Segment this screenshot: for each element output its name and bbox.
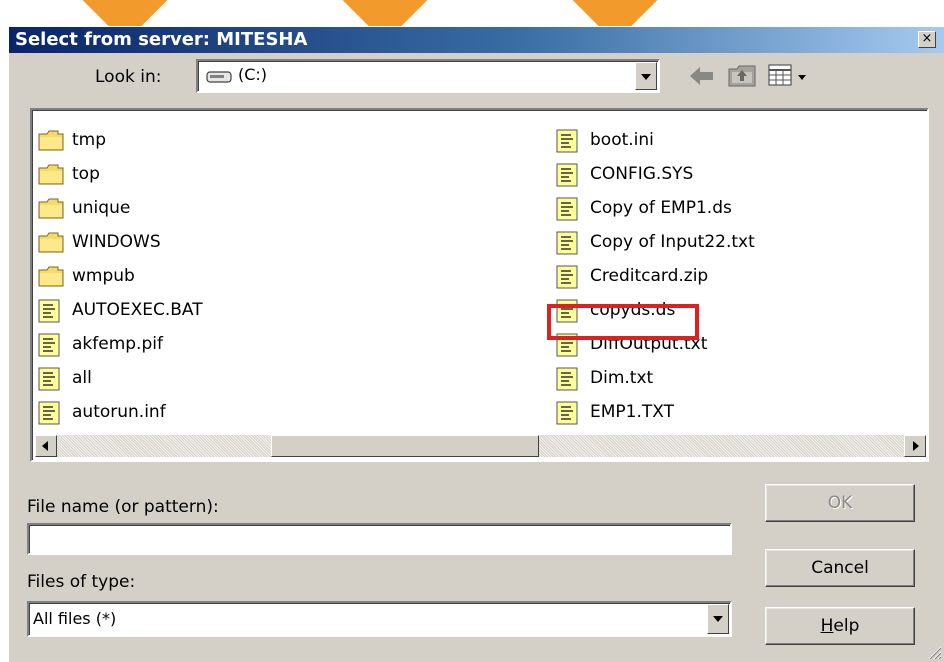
close-button[interactable]: × xyxy=(918,31,936,48)
item-label: EMP1.TXT xyxy=(590,402,674,422)
files-of-type-dropdown[interactable]: All files (*) xyxy=(27,601,732,637)
file-name-input[interactable] xyxy=(27,523,732,555)
select-file-dialog: Select from server: MITESHA × Look in: (… xyxy=(8,26,944,662)
item-label: top xyxy=(72,164,100,184)
help-button[interactable]: Help xyxy=(765,607,915,645)
look-in-label: Look in: xyxy=(95,67,162,87)
arrow-left-icon xyxy=(42,441,48,451)
title-bar[interactable]: Select from server: MITESHA × xyxy=(9,27,944,53)
folder-icon xyxy=(38,129,64,160)
file-icon xyxy=(38,401,60,434)
help-label: Help xyxy=(820,616,860,636)
look-in-value: (C:) xyxy=(238,65,268,84)
file-icon xyxy=(556,197,578,230)
horizontal-scrollbar[interactable] xyxy=(35,435,926,457)
drive-icon xyxy=(206,71,232,83)
file-icon xyxy=(556,367,578,400)
back-arrow-icon[interactable] xyxy=(686,63,716,89)
look-in-dropdown-button[interactable] xyxy=(635,62,657,90)
view-menu-icon[interactable] xyxy=(767,63,809,89)
file-icon xyxy=(556,265,578,298)
scroll-thumb[interactable] xyxy=(271,435,539,457)
scroll-left-button[interactable] xyxy=(35,435,57,457)
item-label: AUTOEXEC.BAT xyxy=(72,300,203,320)
item-label: Dim.txt xyxy=(590,368,654,388)
folder-icon xyxy=(38,163,64,194)
item-label: WINDOWS xyxy=(72,232,161,252)
up-folder-icon[interactable] xyxy=(726,61,758,89)
folder-icon xyxy=(38,265,64,296)
item-label: Copy of EMP1.ds xyxy=(590,198,732,218)
arrow-right-icon xyxy=(913,441,919,451)
ok-button[interactable]: OK xyxy=(765,484,915,522)
background-decoration xyxy=(0,0,944,26)
look-in-dropdown[interactable]: (C:) xyxy=(196,59,660,93)
scroll-right-button[interactable] xyxy=(904,435,926,457)
file-icon xyxy=(38,367,60,400)
folder-icon xyxy=(38,231,64,262)
files-of-type-dropdown-button[interactable] xyxy=(707,604,729,634)
item-label: wmpub xyxy=(72,266,135,286)
file-icon xyxy=(556,163,578,196)
item-label: akfemp.pif xyxy=(72,334,163,354)
files-of-type-value: All files (*) xyxy=(33,609,117,628)
file-list[interactable]: tmp top unique WINDOWS wmpub AUTOEXEC.BAT akfe… xyxy=(30,108,929,462)
item-label: Creditcard.zip xyxy=(590,266,709,286)
file-icon xyxy=(556,401,578,434)
folder-icon xyxy=(38,197,64,228)
file-name-label: File name (or pattern): xyxy=(27,497,219,517)
dialog-title: Select from server: MITESHA xyxy=(15,29,308,50)
item-label: Copy of Input22.txt xyxy=(590,232,755,252)
file-icon xyxy=(556,129,578,162)
close-icon: × xyxy=(921,31,933,46)
item-label: boot.ini xyxy=(590,130,654,150)
file-icon xyxy=(38,299,60,332)
cancel-button[interactable]: Cancel xyxy=(765,549,915,587)
files-of-type-label: Files of type: xyxy=(27,572,136,592)
item-label: tmp xyxy=(72,130,107,150)
item-label: autorun.inf xyxy=(72,402,166,422)
file-icon xyxy=(556,231,578,264)
item-label: CONFIG.SYS xyxy=(590,164,694,184)
resize-grip-icon[interactable] xyxy=(926,644,942,660)
file-icon xyxy=(38,333,60,366)
highlight-box xyxy=(547,304,699,340)
item-label: all xyxy=(72,368,92,388)
item-label: unique xyxy=(72,198,131,218)
